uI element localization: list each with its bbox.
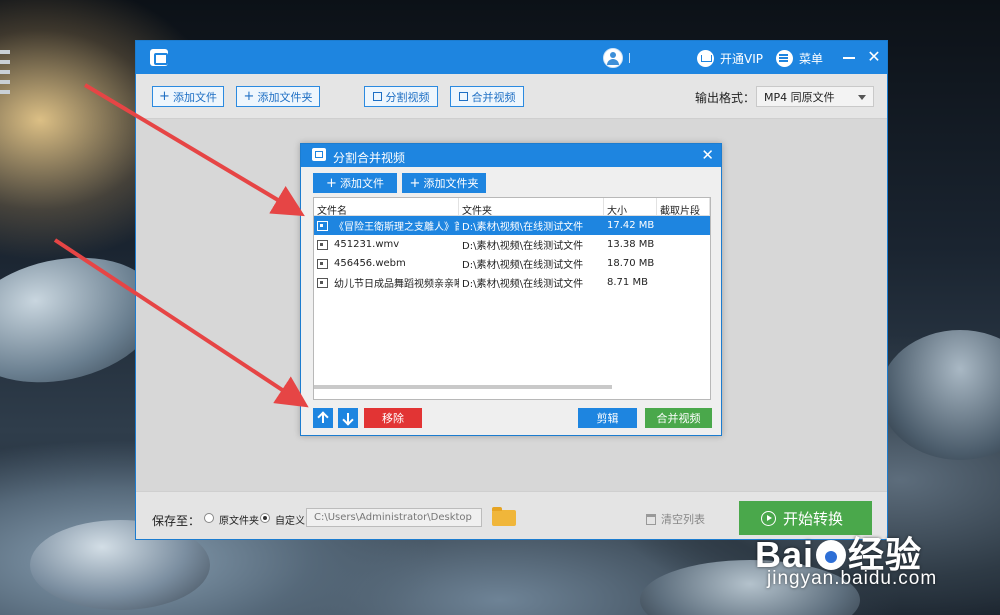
file-table: 文件名 文件夹 大小 截取片段 《冒险王衛斯理之支離人》首 D:\素材\视频\在线… (313, 197, 711, 400)
cart-icon (697, 49, 714, 67)
minimize-button[interactable] (843, 57, 855, 59)
video-file-icon (317, 239, 328, 250)
move-down-button[interactable] (338, 408, 358, 428)
close-button[interactable]: ✕ (866, 49, 882, 65)
size-cell: 8.71 MB (607, 277, 648, 288)
app-logo-icon (150, 49, 168, 66)
play-icon (761, 510, 776, 526)
radio-custom[interactable] (260, 513, 270, 523)
crop-icon (372, 92, 382, 101)
plus-icon: + (243, 89, 255, 104)
table-body: 《冒险王衛斯理之支離人》首 D:\素材\视频\在线测试文件 17.42 MB 4512… (314, 216, 710, 292)
column-header[interactable]: 文件夹 (459, 198, 604, 215)
split-video-button[interactable]: 分割视频 (364, 86, 438, 107)
size-cell: 18.70 MB (607, 258, 655, 269)
video-file-icon (317, 220, 328, 231)
plus-icon: + (326, 175, 337, 191)
file-name-cell: 幼儿节日成品舞蹈视频亲亲嘟嘟 (314, 275, 459, 290)
add-folder-label: 添加文件夹 (257, 90, 313, 104)
dialog-add-folder-button[interactable]: + 添加文件夹 (402, 173, 486, 193)
column-header[interactable]: 文件名 (314, 198, 459, 215)
trash-icon (646, 513, 656, 525)
menu-label: 菜单 (799, 51, 824, 66)
file-name-cell: 451231.wmv (314, 239, 459, 250)
baidu-watermark: Bai 经验 jingyan.baidu.com (755, 526, 936, 589)
file-name-cell: 《冒险王衛斯理之支離人》首 (314, 218, 459, 233)
dialog-add-file-label: 添加文件 (339, 177, 384, 190)
file-name: 451231.wmv (334, 239, 400, 250)
file-name: 幼儿节日成品舞蹈视频亲亲嘟嘟 (334, 279, 459, 290)
radio-source-folder[interactable] (204, 513, 214, 523)
output-format-label: 输出格式： (695, 91, 756, 105)
folder-cell: D:\素材\视频\在线测试文件 (462, 279, 584, 290)
menu-button[interactable]: 菜单 (776, 49, 823, 67)
main-toolbar: + 添加文件 + 添加文件夹 分割视频 合并视频 输出格式： MP4 同原文件 (136, 74, 887, 119)
output-format-select[interactable]: MP4 同原文件 (756, 86, 874, 107)
save-to-label: 保存至： (152, 514, 201, 528)
baidu-paw-icon (816, 540, 847, 570)
plus-icon: + (159, 89, 170, 104)
main-titlebar: 开通VIP 菜单 ✕ (136, 41, 887, 74)
split-video-label: 分割视频 (385, 90, 430, 104)
merge-video-label: 合并视频 (471, 90, 516, 104)
file-name-cell: 456456.webm (314, 258, 459, 269)
output-format-value: MP4 同原文件 (764, 90, 835, 104)
file-name: 456456.webm (334, 258, 406, 269)
titlebar-separator (629, 53, 630, 63)
dialog-titlebar: 分割合并视频 ✕ (301, 144, 721, 167)
file-name: 《冒险王衛斯理之支離人》首 (334, 222, 459, 233)
vip-label: 开通VIP (720, 51, 763, 66)
split-merge-dialog: 分割合并视频 ✕ + 添加文件 + 添加文件夹 文件名 文件夹 大小 截取片段 … (300, 143, 722, 436)
desktop-icon-strip (0, 50, 12, 160)
move-up-button[interactable] (313, 408, 333, 428)
edit-button[interactable]: 剪辑 (578, 408, 637, 428)
add-file-label: 添加文件 (172, 90, 217, 104)
add-folder-button[interactable]: + 添加文件夹 (236, 86, 320, 107)
radio-custom-label: 自定义 (275, 516, 305, 527)
column-header[interactable]: 截取片段 (657, 198, 710, 215)
clear-list-button[interactable]: 清空列表 (646, 511, 705, 527)
folder-cell: D:\素材\视频\在线测试文件 (462, 241, 584, 252)
wallpaper-rock (880, 330, 1000, 460)
vip-button[interactable]: 开通VIP (697, 49, 763, 67)
merge-video-button[interactable]: 合并视频 (450, 86, 524, 107)
app-logo-icon (312, 148, 326, 161)
user-avatar-icon[interactable] (603, 48, 623, 68)
video-file-icon (317, 258, 328, 269)
dialog-add-file-button[interactable]: + 添加文件 (313, 173, 397, 193)
table-row[interactable]: 451231.wmv D:\素材\视频\在线测试文件 13.38 MB (314, 235, 710, 254)
clear-list-label: 清空列表 (661, 513, 705, 526)
column-header[interactable]: 大小 (604, 198, 657, 215)
save-path-input[interactable] (306, 508, 482, 527)
chevron-down-icon (858, 95, 866, 100)
size-cell: 17.42 MB (607, 220, 655, 231)
remove-button[interactable]: 移除 (364, 408, 422, 428)
dialog-close-button[interactable]: ✕ (701, 147, 714, 163)
add-file-button[interactable]: + 添加文件 (152, 86, 224, 107)
baidu-url: jingyan.baidu.com (767, 568, 938, 589)
folder-cell: D:\素材\视频\在线测试文件 (462, 260, 584, 271)
table-header: 文件名 文件夹 大小 截取片段 (314, 198, 710, 216)
dialog-merge-video-button[interactable]: 合并视频 (645, 408, 712, 428)
plus-icon: + (409, 175, 421, 191)
menu-icon (776, 49, 793, 67)
folder-cell: D:\素材\视频\在线测试文件 (462, 222, 584, 233)
video-file-icon (317, 277, 328, 288)
horizontal-scrollbar[interactable] (314, 385, 612, 389)
merge-icon (458, 92, 468, 101)
size-cell: 13.38 MB (607, 239, 655, 250)
table-row[interactable]: 《冒险王衛斯理之支離人》首 D:\素材\视频\在线测试文件 17.42 MB (314, 216, 710, 235)
table-row[interactable]: 456456.webm D:\素材\视频\在线测试文件 18.70 MB (314, 254, 710, 273)
dialog-add-folder-label: 添加文件夹 (423, 177, 479, 190)
radio-source-folder-label: 原文件夹 (219, 516, 259, 527)
folder-icon[interactable] (492, 507, 516, 526)
dialog-title: 分割合并视频 (333, 151, 406, 165)
table-row[interactable]: 幼儿节日成品舞蹈视频亲亲嘟嘟D:\素材\视频\在线测试文件 8.71 MB (314, 273, 710, 292)
